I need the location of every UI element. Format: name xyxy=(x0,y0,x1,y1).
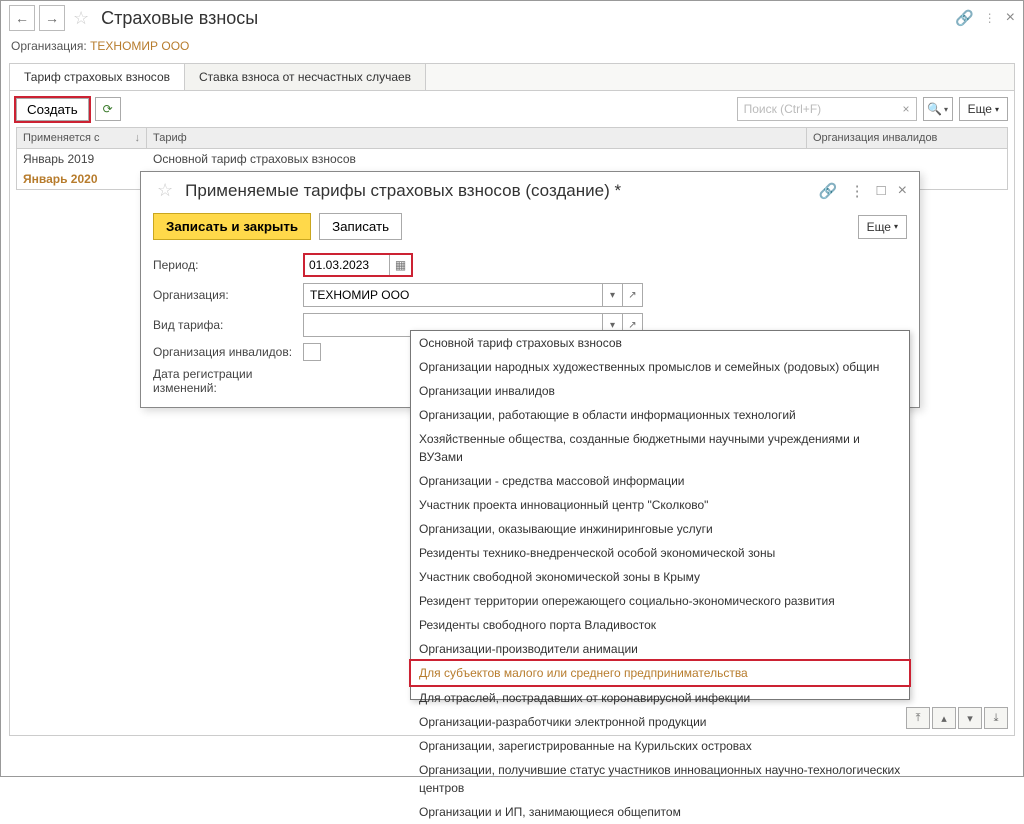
org-combo[interactable]: ▾ ↗ xyxy=(303,283,643,307)
scroll-up-button[interactable]: ▴ xyxy=(932,707,956,729)
kebab-icon[interactable]: ⋮ xyxy=(850,182,865,200)
dropdown-item[interactable]: Для субъектов малого или среднего предпр… xyxy=(411,661,909,685)
favorite-icon[interactable]: ☆ xyxy=(73,8,89,29)
favorite-icon[interactable]: ☆ xyxy=(157,180,173,201)
dropdown-item[interactable]: Резидент территории опережающего социаль… xyxy=(411,589,909,613)
clear-icon[interactable]: × xyxy=(903,102,910,116)
dropdown-item[interactable]: Организации, оказывающие инжиниринговые … xyxy=(411,517,909,541)
tab-tariff[interactable]: Тариф страховых взносов xyxy=(10,64,185,90)
modal-title: Применяемые тарифы страховых взносов (со… xyxy=(185,181,621,201)
inner-toolbar: Создать ⟳ Поиск (Ctrl+F) × 🔍▾ Еще▾ xyxy=(16,97,1008,121)
dropdown-item[interactable]: Участник проекта инновационный центр "Ск… xyxy=(411,493,909,517)
open-external-icon[interactable]: ↗ xyxy=(622,284,642,306)
scroll-top-button[interactable]: ⤒ xyxy=(906,707,930,729)
modal-close-button[interactable]: × xyxy=(898,182,907,200)
org-value[interactable]: ТЕХНОМИР ООО xyxy=(90,39,189,53)
period-label: Период: xyxy=(153,258,293,272)
dropdown-item[interactable]: Организации - средства массовой информац… xyxy=(411,469,909,493)
close-button[interactable]: × xyxy=(1006,9,1015,27)
dropdown-item[interactable]: Организации, работающие в области информ… xyxy=(411,403,909,427)
org-line: Организация: ТЕХНОМИР ООО xyxy=(1,35,1023,57)
col-disabled-org[interactable]: Организация инвалидов xyxy=(807,128,1007,148)
save-close-button[interactable]: Записать и закрыть xyxy=(153,213,311,240)
inv-checkbox[interactable] xyxy=(303,343,321,361)
dropdown-item[interactable]: Резиденты технико-внедренческой особой э… xyxy=(411,541,909,565)
dropdown-item[interactable]: Организации и ИП, занимающиеся общепитом xyxy=(411,800,909,824)
modal-more-button[interactable]: Еще▾ xyxy=(858,215,907,239)
dropdown-item[interactable]: Участник свободной экономической зоны в … xyxy=(411,565,909,589)
dropdown-item[interactable]: Хозяйственные общества, созданные бюджет… xyxy=(411,427,909,469)
save-button[interactable]: Записать xyxy=(319,213,402,240)
regdate-label: Дата регистрации изменений: xyxy=(153,367,313,395)
link-icon[interactable]: 🔗 xyxy=(819,182,838,200)
create-button[interactable]: Создать xyxy=(16,98,89,121)
cell-date: Январь 2020 xyxy=(17,169,147,189)
more-button[interactable]: Еще▾ xyxy=(959,97,1008,121)
dropdown-item[interactable]: Организации, получившие статус участнико… xyxy=(411,758,909,800)
dropdown-item[interactable]: Организации инвалидов xyxy=(411,379,909,403)
search-button[interactable]: 🔍▾ xyxy=(923,97,953,121)
dropdown-item[interactable]: Основной тариф страховых взносов xyxy=(411,331,909,355)
dropdown-item[interactable]: Организации-производители анимации xyxy=(411,637,909,661)
search-placeholder: Поиск (Ctrl+F) xyxy=(744,102,822,116)
org-label: Организация: xyxy=(153,288,293,302)
tab-accident[interactable]: Ставка взноса от несчастных случаев xyxy=(185,64,426,90)
table-row[interactable]: Январь 2019 Основной тариф страховых взн… xyxy=(17,149,1007,169)
kebab-icon[interactable]: ⋮ xyxy=(984,11,996,25)
calendar-icon[interactable]: ▦ xyxy=(389,255,411,275)
sort-icon: ↓ xyxy=(135,132,141,144)
main-toolbar: ← → ☆ Страховые взносы 🔗 ⋮ × xyxy=(1,1,1023,35)
tabs: Тариф страховых взносов Ставка взноса от… xyxy=(9,63,1015,91)
col-tariff[interactable]: Тариф xyxy=(147,128,807,148)
content-panel: Создать ⟳ Поиск (Ctrl+F) × 🔍▾ Еще▾ Приме… xyxy=(9,91,1015,736)
period-input[interactable]: ▦ xyxy=(303,253,413,277)
dropdown-item[interactable]: Резиденты свободного порта Владивосток xyxy=(411,613,909,637)
dropdown-item[interactable]: Организации-разработчики электронной про… xyxy=(411,710,909,734)
modal-toolbar: Записать и закрыть Записать Еще▾ xyxy=(141,209,919,250)
dropdown-item[interactable]: Организации, зарегистрированные на Курил… xyxy=(411,734,909,758)
scroll-bottom-button[interactable]: ⤓ xyxy=(984,707,1008,729)
tariff-dropdown-list: Основной тариф страховых взносовОрганиза… xyxy=(410,330,910,700)
refresh-button[interactable]: ⟳ xyxy=(95,97,121,121)
org-label: Организация: xyxy=(11,39,87,53)
org-field[interactable] xyxy=(304,284,602,306)
back-button[interactable]: ← xyxy=(9,5,35,31)
period-field[interactable] xyxy=(305,255,389,275)
link-icon[interactable]: 🔗 xyxy=(955,9,974,27)
col-applied-from[interactable]: Применяется с↓ xyxy=(17,128,147,148)
forward-button[interactable]: → xyxy=(39,5,65,31)
cell-date: Январь 2019 xyxy=(17,149,147,169)
grid-header: Применяется с↓ Тариф Организация инвалид… xyxy=(17,128,1007,149)
dropdown-item[interactable]: Организации народных художественных пром… xyxy=(411,355,909,379)
create-modal: ☆ Применяемые тарифы страховых взносов (… xyxy=(140,171,920,408)
footer-nav: ⤒ ▴ ▾ ⤓ xyxy=(906,707,1008,729)
inv-label: Организация инвалидов: xyxy=(153,345,293,359)
search-input[interactable]: Поиск (Ctrl+F) × xyxy=(737,97,917,121)
dropdown-item[interactable]: Для отраслей, пострадавших от коронавиру… xyxy=(411,686,909,710)
page-title: Страховые взносы xyxy=(101,8,258,29)
maximize-icon[interactable]: □ xyxy=(877,182,886,199)
modal-header: ☆ Применяемые тарифы страховых взносов (… xyxy=(141,172,919,209)
cell-tariff: Основной тариф страховых взносов xyxy=(147,149,1007,169)
tariff-label: Вид тарифа: xyxy=(153,318,293,332)
chevron-down-icon[interactable]: ▾ xyxy=(602,284,622,306)
scroll-down-button[interactable]: ▾ xyxy=(958,707,982,729)
